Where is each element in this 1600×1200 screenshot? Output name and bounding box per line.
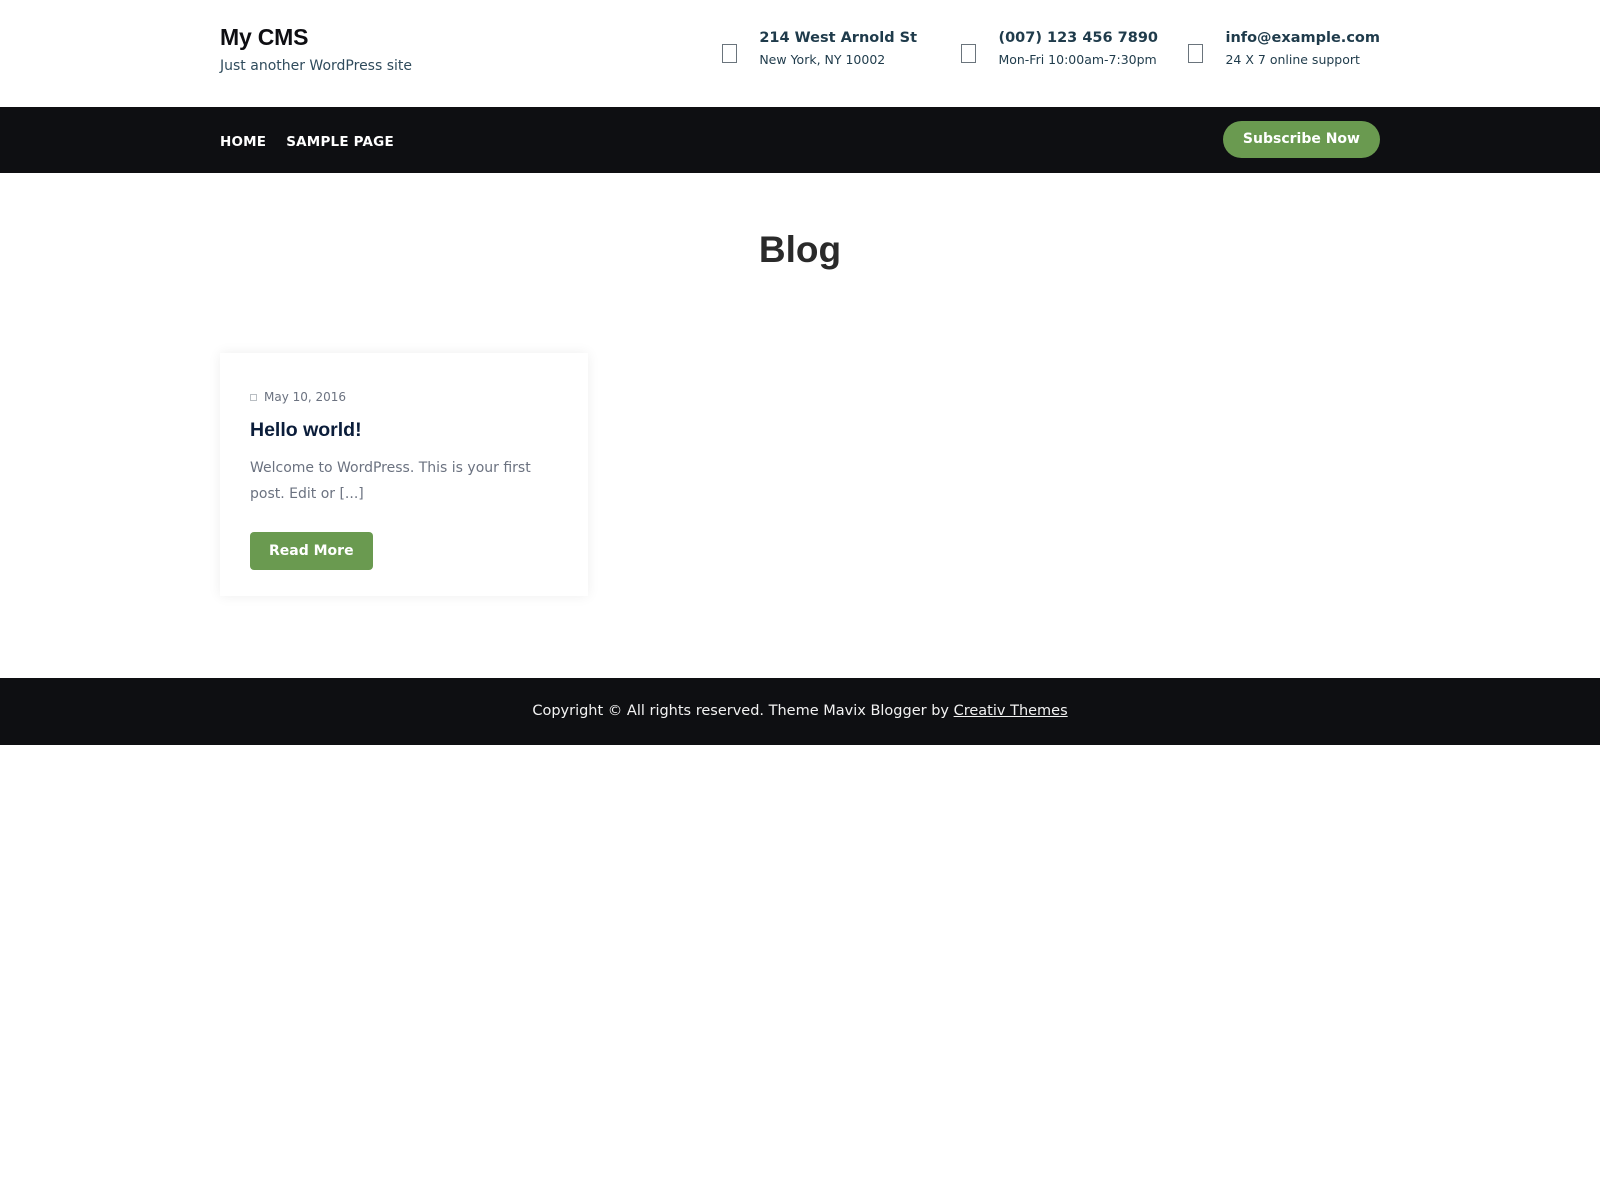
email-address: info@example.com bbox=[1225, 30, 1380, 46]
site-footer: Copyright © All rights reserved. Theme M… bbox=[0, 678, 1600, 745]
copyright-text: Copyright © All rights reserved. Theme M… bbox=[532, 703, 954, 719]
main-navigation: HOME SAMPLE PAGE Subscribe Now bbox=[0, 107, 1600, 173]
post-excerpt: Welcome to WordPress. This is your first… bbox=[250, 460, 531, 502]
contact-phone: (007) 123 456 7890 Mon-Fri 10:00am-7:30p… bbox=[961, 30, 1158, 67]
site-tagline: Just another WordPress site bbox=[220, 58, 413, 74]
post-list: May 10, 2016 Hello world! Welcome to Wor… bbox=[0, 353, 1600, 678]
site-branding: My CMS Just another WordPress site bbox=[220, 24, 412, 74]
phone-hours: Mon-Fri 10:00am-7:30pm bbox=[998, 52, 1157, 67]
post-card: May 10, 2016 Hello world! Welcome to Wor… bbox=[220, 353, 588, 596]
post-date[interactable]: May 10, 2016 bbox=[264, 390, 346, 404]
calendar-icon bbox=[250, 393, 257, 401]
nav-item-sample-page: SAMPLE PAGE bbox=[286, 131, 394, 150]
contact-address: 214 West Arnold St New York, NY 10002 bbox=[722, 30, 917, 67]
address-street: 214 West Arnold St bbox=[759, 30, 917, 46]
nav-link-home[interactable]: HOME bbox=[220, 134, 266, 150]
page-title: Blog bbox=[758, 229, 842, 270]
post-meta: May 10, 2016 bbox=[250, 389, 558, 405]
nav-menu: HOME SAMPLE PAGE bbox=[220, 107, 414, 173]
map-marker-icon bbox=[722, 44, 738, 63]
top-header: My CMS Just another WordPress site 214 W… bbox=[0, 0, 1600, 107]
theme-author-link[interactable]: Creativ Themes bbox=[954, 703, 1068, 719]
post-title-link[interactable]: Hello world! bbox=[250, 419, 558, 442]
main-content: Blog May 10, 2016 Hello world! Welcome t… bbox=[0, 173, 1600, 678]
phone-icon bbox=[961, 44, 977, 63]
email-support: 24 X 7 online support bbox=[1225, 52, 1360, 67]
read-more-button[interactable]: Read More bbox=[250, 532, 373, 570]
address-city: New York, NY 10002 bbox=[759, 52, 886, 67]
site-title-link[interactable]: My CMS bbox=[220, 24, 412, 51]
contact-email: info@example.com 24 X 7 online support bbox=[1188, 30, 1380, 67]
phone-number: (007) 123 456 7890 bbox=[998, 30, 1158, 46]
nav-link-sample-page[interactable]: SAMPLE PAGE bbox=[286, 134, 394, 150]
subscribe-button[interactable]: Subscribe Now bbox=[1222, 121, 1380, 158]
nav-item-home: HOME bbox=[220, 131, 266, 150]
envelope-icon bbox=[1188, 44, 1204, 63]
